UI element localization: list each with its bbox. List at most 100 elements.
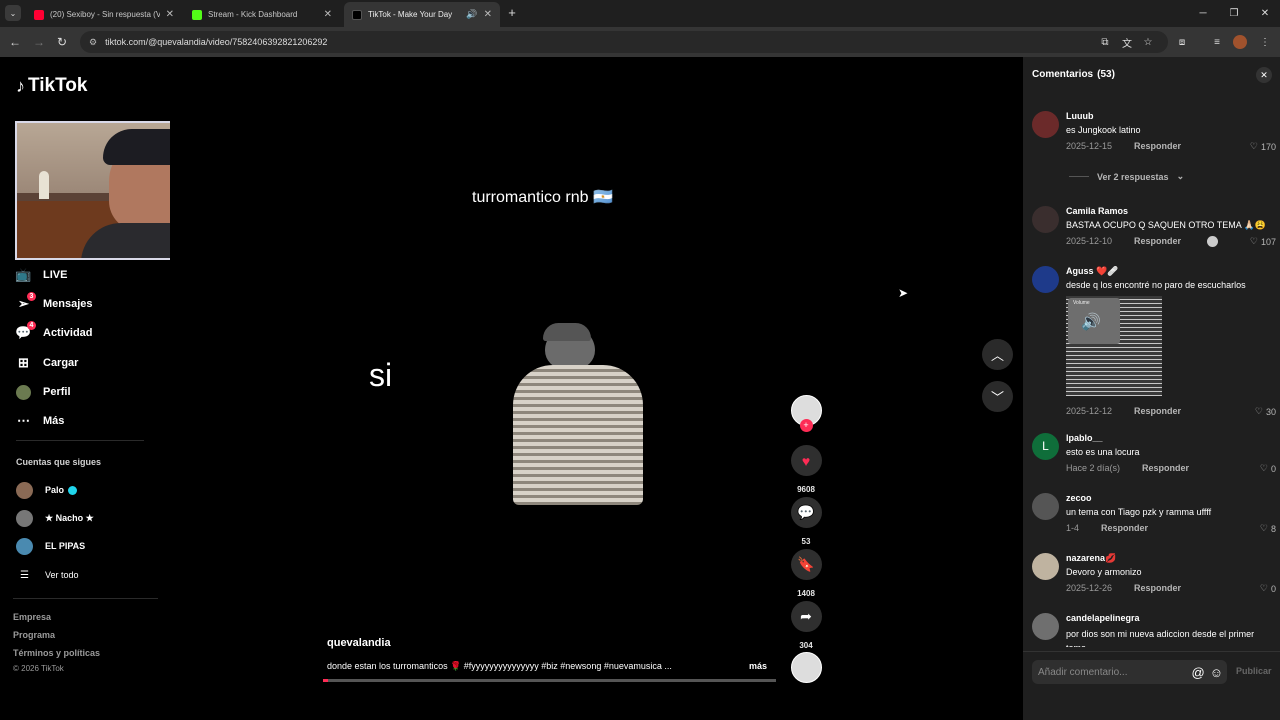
- restore-icon[interactable]: ❐: [1219, 0, 1249, 27]
- site-settings-icon[interactable]: ⚙: [89, 37, 97, 48]
- sidebar-item-upload[interactable]: ⊞ Cargar: [16, 352, 78, 374]
- avatar[interactable]: [1032, 206, 1059, 233]
- comment-count: 53: [801, 537, 811, 546]
- volume-label: Volume: [1073, 300, 1090, 306]
- following-account-palo[interactable]: Palo: [16, 480, 78, 500]
- menu-kebab-icon[interactable]: ⋮: [1258, 35, 1272, 49]
- bookmark-star-icon[interactable]: ☆: [1141, 35, 1155, 49]
- view-replies-button[interactable]: Ver 2 respuestas ⌄: [1069, 171, 1184, 182]
- bookmark-icon[interactable]: 🔖: [790, 549, 822, 580]
- tiktok-logo[interactable]: ♪ TikTok: [16, 75, 87, 97]
- chevron-up-icon[interactable]: ︿: [982, 339, 1013, 370]
- comment-user[interactable]: zecoo: [1066, 493, 1092, 503]
- video-title-overlay: turromantico rnb 🇦🇷: [472, 189, 613, 206]
- comment-icon[interactable]: 💬: [790, 497, 822, 528]
- comment-user[interactable]: candelapelinegra: [1066, 613, 1140, 623]
- video-author[interactable]: quevalandia: [327, 637, 391, 649]
- footer-link-program[interactable]: Programa: [13, 630, 55, 640]
- comment-user[interactable]: Luuub: [1066, 111, 1094, 121]
- reply-button[interactable]: Responder: [1134, 583, 1181, 593]
- window-close-icon[interactable]: ✕: [1250, 0, 1280, 27]
- comment-user[interactable]: Camila Ramos: [1066, 206, 1128, 216]
- sidebar-item-messages[interactable]: ➢ 3 Mensajes: [16, 291, 93, 315]
- reply-button[interactable]: Responder: [1142, 463, 1189, 473]
- browser-tab-1[interactable]: (20) Sexiboy - Sin respuesta (Vi ✕: [26, 2, 182, 27]
- reload-icon[interactable]: ↻: [53, 33, 71, 51]
- install-app-icon[interactable]: ⧉: [1098, 35, 1112, 49]
- reply-button[interactable]: Responder: [1101, 523, 1148, 533]
- new-tab-button[interactable]: +: [505, 5, 519, 21]
- sidebar-item-more[interactable]: ⋯ Más: [16, 410, 64, 432]
- upload-icon: ⊞: [18, 355, 29, 370]
- following-account-el-pipas[interactable]: EL PIPAS: [16, 536, 85, 556]
- browser-tab-2[interactable]: Stream - Kick Dashboard ✕: [184, 2, 340, 27]
- close-icon[interactable]: ✕: [166, 9, 174, 20]
- heart-outline-icon[interactable]: ♡: [1260, 583, 1268, 594]
- speaker-icon[interactable]: 🔊: [466, 9, 477, 20]
- comment-user[interactable]: lpablo__: [1066, 433, 1103, 443]
- heart-outline-icon[interactable]: ♡: [1260, 523, 1268, 534]
- chevron-down-icon[interactable]: ﹀: [982, 381, 1013, 412]
- more-link[interactable]: más: [749, 661, 767, 671]
- minimize-icon[interactable]: ─: [1188, 0, 1218, 27]
- view-replies-label: Ver 2 respuestas: [1097, 171, 1169, 182]
- back-arrow-icon[interactable]: ←: [6, 33, 24, 51]
- comment-user[interactable]: Aguss ❤️🩹: [1066, 266, 1118, 277]
- reply-button[interactable]: Responder: [1134, 141, 1181, 151]
- avatar[interactable]: [1032, 111, 1059, 138]
- close-icon[interactable]: ✕: [324, 9, 332, 20]
- avatar[interactable]: [1032, 493, 1059, 520]
- share-icon[interactable]: ➦: [790, 601, 822, 632]
- avatar[interactable]: [1032, 266, 1059, 293]
- emoji-icon[interactable]: ☺: [1210, 665, 1223, 680]
- footer-link-company[interactable]: Empresa: [13, 612, 51, 622]
- heart-outline-icon[interactable]: ♡: [1255, 406, 1263, 417]
- comments-count: (53): [1097, 69, 1115, 80]
- avatar[interactable]: [1032, 613, 1059, 640]
- video-progress-track[interactable]: [323, 679, 776, 682]
- sidebar-item-profile[interactable]: Perfil: [16, 381, 71, 403]
- extensions-icon[interactable]: ⧈: [1175, 35, 1189, 49]
- close-icon[interactable]: ✕: [484, 9, 492, 20]
- tab-search-button[interactable]: ⌄: [5, 5, 21, 21]
- figure-sweater: [513, 365, 643, 505]
- save-action[interactable]: 🔖 1408: [790, 549, 822, 598]
- profile-avatar[interactable]: [1233, 35, 1247, 49]
- footer-link-terms[interactable]: Términos y políticas: [13, 648, 100, 658]
- heart-outline-icon[interactable]: ♡: [1260, 463, 1268, 474]
- forward-arrow-icon[interactable]: →: [30, 33, 48, 51]
- browser-tab-3[interactable]: TikTok - Make Your Day 🔊 ✕: [344, 2, 500, 27]
- sidebar-item-activity[interactable]: 💬 4 Actividad: [15, 320, 93, 344]
- comment-image[interactable]: Volume 🔊: [1066, 296, 1162, 396]
- close-comments-icon[interactable]: ✕: [1256, 67, 1272, 83]
- following-account-nacho[interactable]: ★ Nacho ★: [16, 508, 94, 528]
- comment-date: 1-4: [1066, 523, 1080, 533]
- media-controls-icon[interactable]: ≡: [1210, 35, 1224, 49]
- comment-input[interactable]: Añadir comentario... @ ☺: [1032, 660, 1227, 684]
- avatar[interactable]: [1032, 553, 1059, 580]
- reply-button[interactable]: Responder: [1134, 236, 1181, 246]
- heart-outline-icon[interactable]: ♡: [1250, 141, 1258, 152]
- tab-title: TikTok - Make Your Day: [368, 10, 453, 19]
- follow-plus-icon[interactable]: +: [799, 419, 813, 432]
- see-all-following-link[interactable]: ☰ Ver todo: [16, 565, 79, 585]
- music-disc-icon[interactable]: [790, 652, 822, 683]
- reply-button[interactable]: Responder: [1134, 406, 1181, 416]
- mention-icon[interactable]: @: [1192, 665, 1205, 680]
- heart-outline-icon[interactable]: ♡: [1250, 236, 1258, 247]
- comment-text: por dios son mi nueva adiccion desde el …: [1066, 629, 1255, 647]
- author-avatar-action[interactable]: +: [790, 395, 822, 432]
- sound-disc[interactable]: [790, 652, 822, 683]
- url-text: tiktok.com/@quevalandia/video/7582406392…: [105, 37, 328, 47]
- like-action[interactable]: ♥ 9608: [790, 445, 822, 494]
- share-action[interactable]: ➦ 304: [790, 601, 822, 650]
- sidebar-item-live[interactable]: 📺 LIVE: [15, 264, 67, 286]
- avatar[interactable]: L: [1032, 433, 1059, 460]
- translate-icon[interactable]: 文: [1120, 35, 1134, 50]
- video-player[interactable]: turromantico rnb 🇦🇷 si quevalandia donde…: [170, 57, 1023, 720]
- address-bar[interactable]: ⚙ tiktok.com/@quevalandia/video/75824063…: [80, 31, 1168, 53]
- heart-icon[interactable]: ♥: [790, 445, 822, 476]
- comment-user[interactable]: nazarena💋: [1066, 553, 1116, 564]
- post-comment-button[interactable]: Publicar: [1236, 666, 1272, 676]
- comment-action[interactable]: 💬 53: [790, 497, 822, 546]
